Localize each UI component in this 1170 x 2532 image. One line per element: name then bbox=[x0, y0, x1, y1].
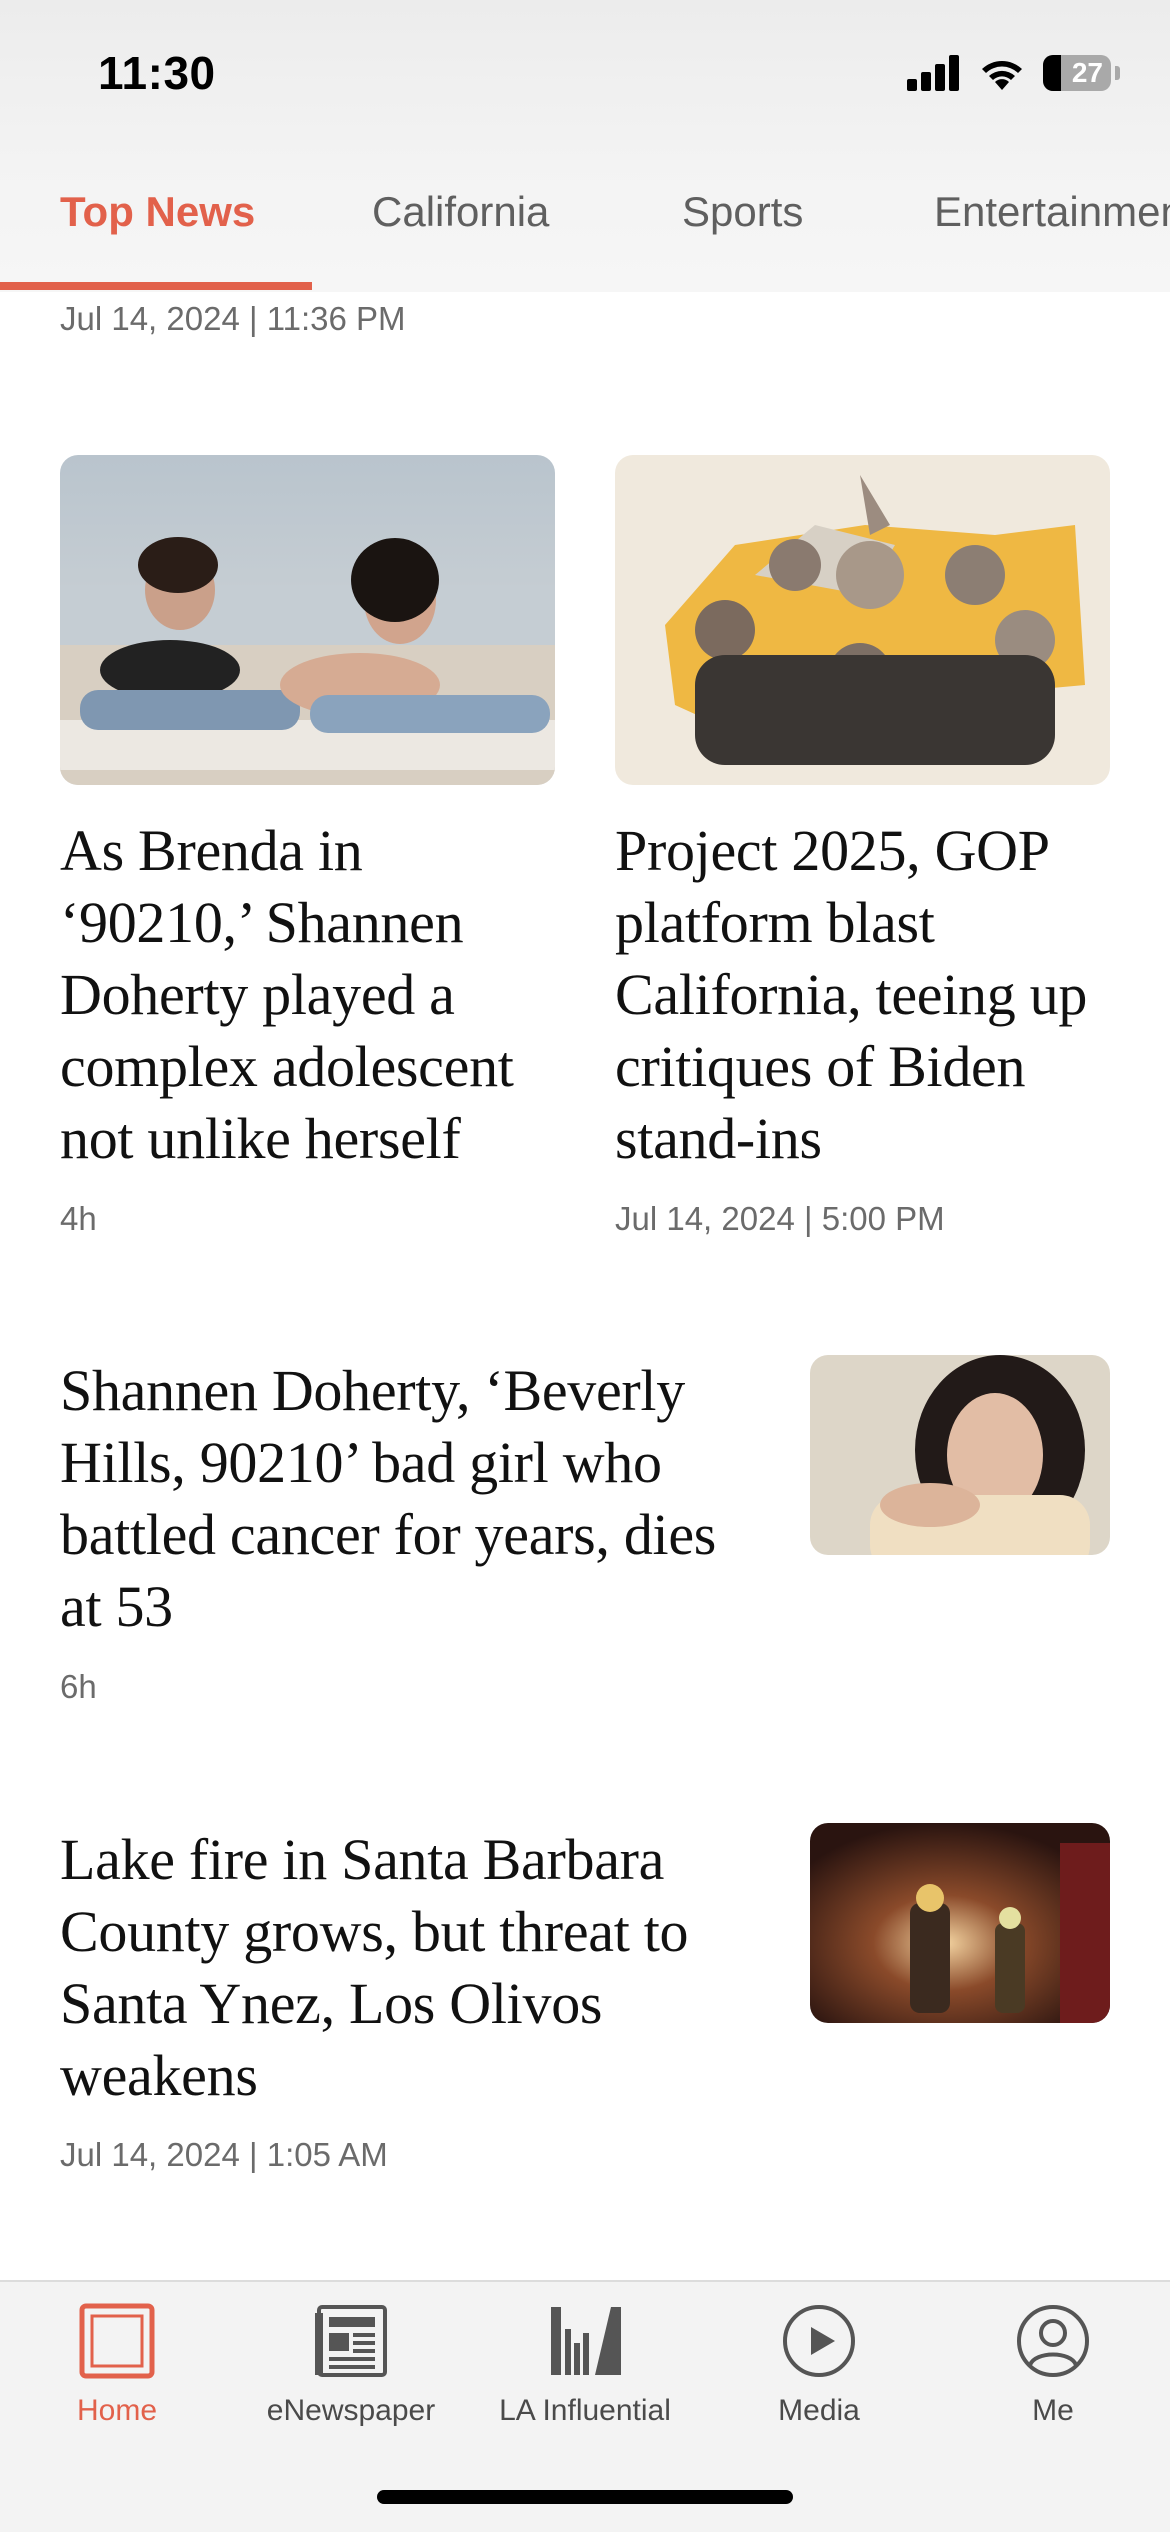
tab-california[interactable]: California bbox=[372, 188, 549, 236]
home-icon bbox=[76, 2300, 158, 2382]
play-icon bbox=[778, 2300, 860, 2382]
article-image-fire[interactable] bbox=[810, 1823, 1110, 2023]
wifi-icon bbox=[982, 61, 1022, 90]
article-image-beach[interactable] bbox=[60, 455, 555, 785]
nav-label: Me bbox=[1032, 2394, 1074, 2427]
battery-level: 27 bbox=[1071, 57, 1103, 88]
tab-top-news[interactable]: Top News bbox=[60, 188, 255, 236]
nav-la-influential[interactable]: LA Influential bbox=[468, 2300, 702, 2428]
app-header: 11:30 27 Top News California Sports Ente… bbox=[0, 0, 1170, 292]
newspaper-icon bbox=[310, 2300, 392, 2382]
article-timestamp: Jul 14, 2024 | 11:36 PM bbox=[60, 300, 406, 337]
nav-label: eNewspaper bbox=[266, 2394, 436, 2427]
cellular-signal-icon bbox=[907, 55, 959, 91]
books-icon bbox=[544, 2300, 626, 2382]
article-headline[interactable]: Shannen Doherty, ‘Beverly Hills, 90210’ … bbox=[60, 1355, 770, 1643]
battery-icon: 27 bbox=[1043, 55, 1111, 91]
nav-label: LA Influential bbox=[499, 2394, 671, 2427]
article-timestamp: Jul 14, 2024 | 5:00 PM bbox=[615, 1200, 945, 1237]
article-timestamp: 6h bbox=[60, 1668, 97, 1705]
home-indicator[interactable] bbox=[377, 2490, 793, 2504]
article-headline[interactable]: As Brenda in ‘90210,’ Shannen Doherty pl… bbox=[60, 815, 555, 1175]
article-timestamp: 4h bbox=[60, 1200, 97, 1237]
tab-entertainment[interactable]: Entertainment bbox=[934, 188, 1170, 236]
nav-label: Media bbox=[778, 2394, 860, 2427]
section-tabs: Top News California Sports Entertainment bbox=[0, 170, 1170, 292]
profile-icon bbox=[1012, 2300, 1094, 2382]
battery-tip bbox=[1115, 66, 1120, 80]
nav-me[interactable]: Me bbox=[936, 2300, 1170, 2428]
article-image-portrait[interactable] bbox=[810, 1355, 1110, 1555]
nav-media[interactable]: Media bbox=[702, 2300, 936, 2428]
status-icons: 27 bbox=[907, 48, 1120, 98]
nav-enewspaper[interactable]: eNewspaper bbox=[234, 2300, 468, 2428]
article-headline[interactable]: Lake fire in Santa Barbara County grows,… bbox=[60, 1824, 770, 2112]
article-headline[interactable]: Project 2025, GOP platform blast Califor… bbox=[615, 815, 1115, 1175]
article-image-collage[interactable] bbox=[615, 455, 1110, 785]
article-timestamp: Jul 14, 2024 | 1:05 AM bbox=[60, 2136, 388, 2173]
nav-label: Home bbox=[76, 2394, 158, 2427]
active-tab-indicator bbox=[0, 282, 312, 290]
status-time: 11:30 bbox=[98, 47, 216, 99]
tab-sports[interactable]: Sports bbox=[682, 188, 803, 236]
nav-home[interactable]: Home bbox=[0, 2300, 234, 2428]
